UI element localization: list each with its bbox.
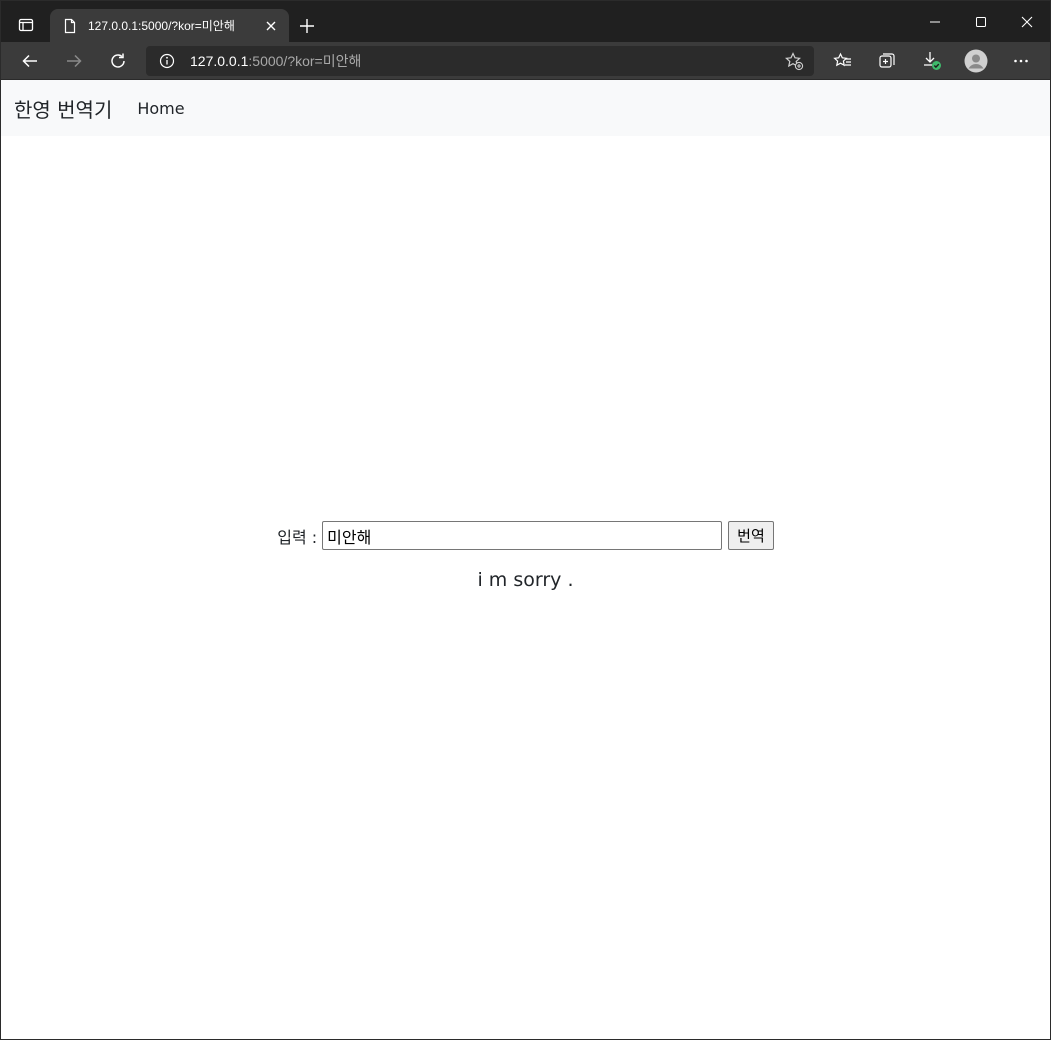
close-tab-icon[interactable] bbox=[263, 18, 279, 34]
page-viewport: 한영 번역기 Home 입력 : 번역 i m sorry . bbox=[1, 80, 1050, 1039]
back-button[interactable] bbox=[14, 46, 46, 76]
page-icon bbox=[62, 18, 78, 34]
minimize-icon bbox=[930, 21, 940, 22]
download-icon bbox=[924, 52, 941, 70]
forward-button[interactable] bbox=[58, 46, 90, 76]
translate-button[interactable]: 번역 bbox=[728, 521, 774, 550]
tab-active[interactable]: 127.0.0.1:5000/?kor=미안해 bbox=[50, 9, 289, 42]
add-favorite-icon[interactable] bbox=[784, 51, 804, 71]
collections-icon bbox=[879, 53, 895, 68]
nav-link-home[interactable]: Home bbox=[137, 99, 184, 118]
browser-toolbar: 127.0.0.1:5000/?kor=미안해 bbox=[1, 42, 1050, 80]
close-window-icon bbox=[1021, 16, 1033, 27]
avatar-icon bbox=[964, 49, 988, 73]
forward-arrow-icon bbox=[67, 54, 82, 68]
more-icon bbox=[1014, 59, 1028, 63]
refresh-icon bbox=[111, 53, 125, 68]
settings-menu-button[interactable] bbox=[1005, 46, 1037, 76]
downloads-button[interactable] bbox=[916, 46, 948, 76]
new-tab-icon[interactable] bbox=[297, 16, 317, 36]
back-arrow-icon bbox=[22, 54, 37, 68]
maximize-button[interactable] bbox=[958, 1, 1004, 42]
tab-title: 127.0.0.1:5000/?kor=미안해 bbox=[88, 19, 235, 33]
refresh-button[interactable] bbox=[102, 46, 134, 76]
collections-button[interactable] bbox=[871, 46, 903, 76]
site-info-icon[interactable] bbox=[159, 53, 175, 69]
input-label: 입력 : bbox=[277, 527, 318, 547]
translate-form: 입력 : 번역 bbox=[1, 521, 1050, 550]
navbar: 한영 번역기 Home bbox=[1, 80, 1050, 136]
tab-actions-button[interactable] bbox=[9, 9, 43, 41]
close-window-button[interactable] bbox=[1004, 1, 1050, 42]
translation-result: i m sorry . bbox=[477, 569, 574, 591]
url-text: 127.0.0.1:5000/?kor=미안해 bbox=[190, 51, 784, 71]
favorites-button[interactable] bbox=[827, 46, 859, 76]
tab-actions-icon bbox=[18, 18, 34, 32]
favorites-icon bbox=[833, 52, 851, 67]
minimize-button[interactable] bbox=[912, 1, 958, 42]
navbar-brand[interactable]: 한영 번역기 bbox=[14, 94, 112, 123]
url-path: :5000/?kor=미안해 bbox=[248, 53, 362, 69]
address-bar[interactable]: 127.0.0.1:5000/?kor=미안해 bbox=[146, 46, 814, 76]
profile-button[interactable] bbox=[960, 46, 992, 76]
maximize-icon bbox=[976, 16, 986, 27]
browser-window: 127.0.0.1:5000/?kor=미안해 127.0.0.1:5000/?… bbox=[0, 0, 1051, 1040]
url-host: 127.0.0.1 bbox=[190, 53, 249, 69]
tab-strip: 127.0.0.1:5000/?kor=미안해 bbox=[1, 1, 1050, 42]
korean-input[interactable] bbox=[322, 521, 723, 550]
window-controls bbox=[912, 1, 1050, 42]
